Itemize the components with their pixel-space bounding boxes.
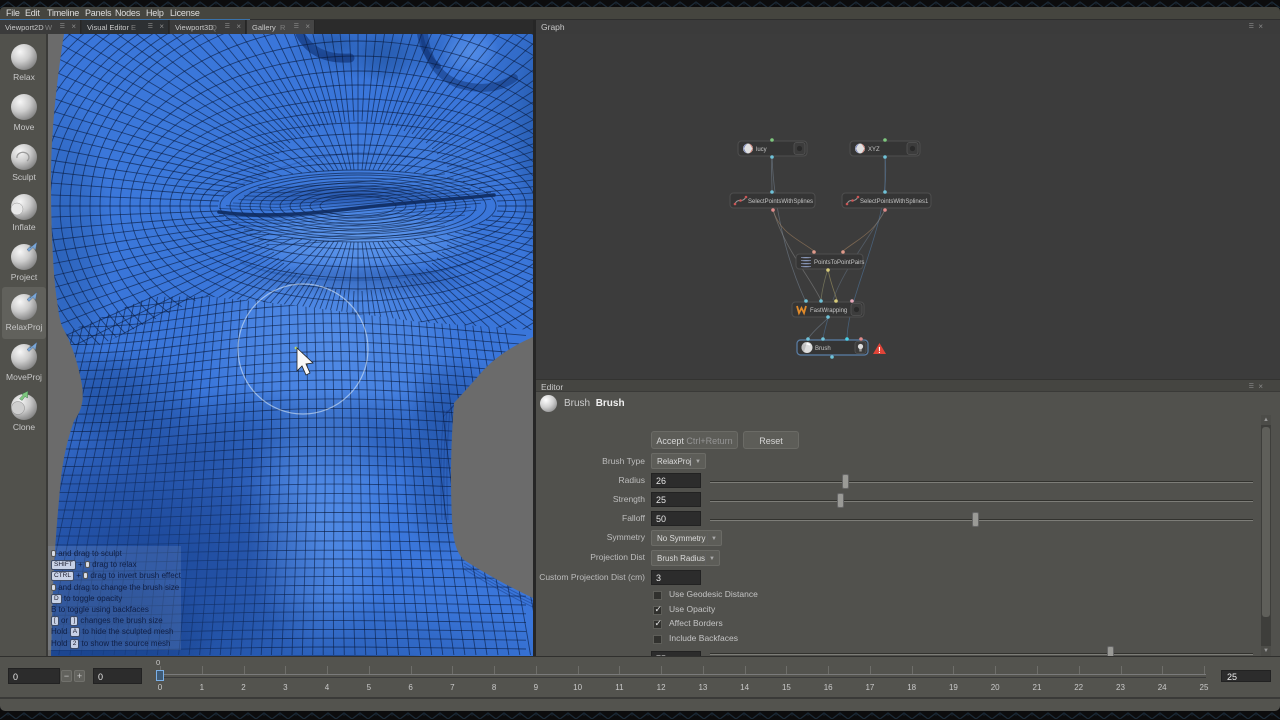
svg-text:Brush: Brush [815,346,831,352]
svg-text:SelectPointsWithSplines1: SelectPointsWithSplines1 [860,199,929,205]
svg-text:PointsToPointPairs: PointsToPointPairs [814,260,864,266]
svg-text:!: ! [878,346,881,355]
svg-text:SelectPointsWithSplines: SelectPointsWithSplines [748,199,813,205]
svg-text:FastWrapping: FastWrapping [810,308,847,314]
svg-text:lucy: lucy [756,147,767,153]
svg-text:XYZ: XYZ [868,147,880,153]
